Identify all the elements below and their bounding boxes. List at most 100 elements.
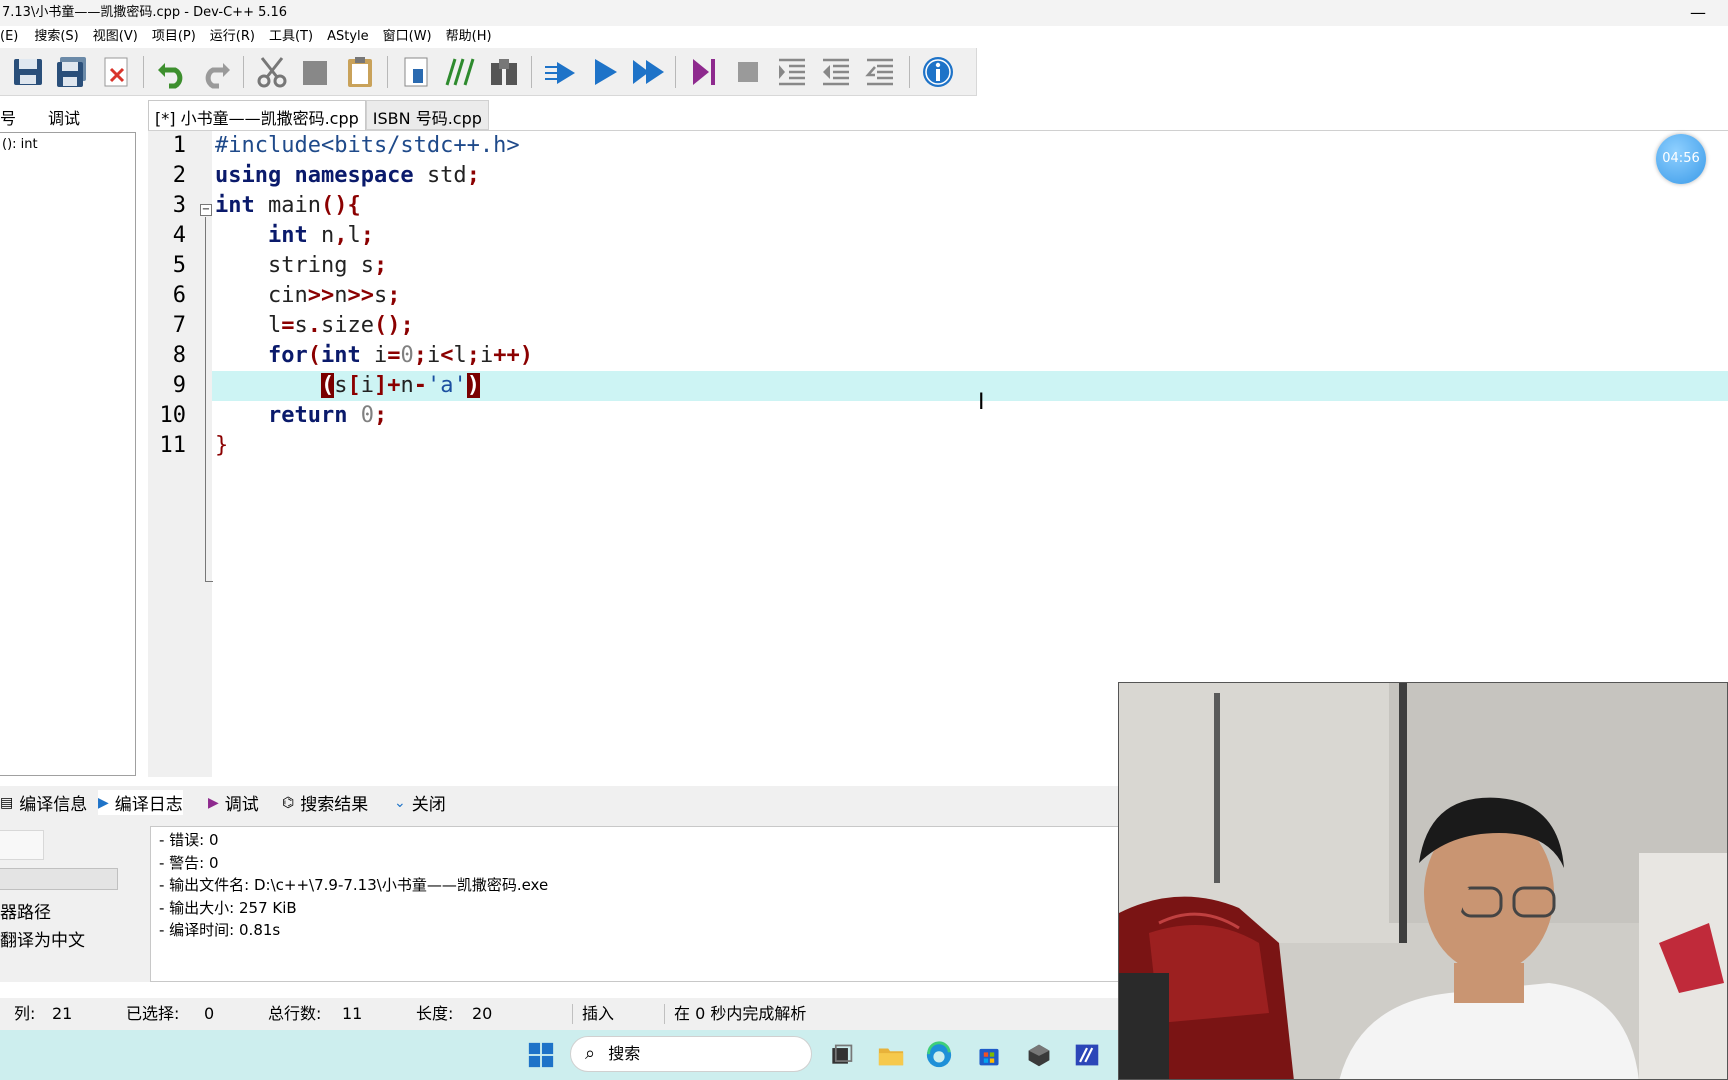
edge-browser-icon[interactable] [922, 1038, 956, 1072]
app-cube-icon[interactable] [1022, 1038, 1056, 1072]
code-text: #include<bits/stdc++.h> [215, 133, 520, 158]
toolbar [0, 48, 977, 96]
window-title: 7.13\小书童——凯撒密码.cpp - Dev-C++ 5.16 [2, 5, 288, 20]
store-icon[interactable] [972, 1038, 1006, 1072]
recording-timer: 04:56 [1656, 134, 1706, 184]
compile-run-icon[interactable] [628, 53, 668, 91]
code-text: using namespace std; [215, 163, 480, 188]
save-all-icon[interactable] [8, 53, 48, 91]
tab-caesar-cipher[interactable]: [*] 小书童——凯撒密码.cpp [148, 100, 366, 130]
code-line: 4 int n,l; [148, 221, 1728, 251]
compile-icon[interactable] [540, 53, 580, 91]
unindent-icon[interactable] [816, 53, 856, 91]
search-icon: ⌕ [585, 1043, 596, 1064]
undo-icon[interactable] [152, 53, 192, 91]
status-lines-label: 总行数: [268, 1004, 322, 1023]
log-warnings: - 警告: 0 [159, 853, 219, 872]
code-line: 5 string s; [148, 251, 1728, 281]
cut-icon[interactable] [252, 53, 292, 91]
tab-search-results[interactable]: ⌬ 搜索结果 [282, 790, 368, 816]
current-line-number: 9 [172, 373, 186, 398]
tab-compiler[interactable]: ▤ 编译信息 [0, 790, 87, 816]
indent-icon[interactable] [772, 53, 812, 91]
info-icon[interactable] [918, 53, 958, 91]
status-parse-info: 在 0 秒内完成解析 [674, 1004, 807, 1023]
status-bar: 列: 21 已选择: 0 总行数: 11 长度: 20 插入 在 0 秒内完成解… [0, 998, 1120, 1030]
compiler-icon: ▤ [0, 794, 14, 811]
menu-window[interactable]: 窗口(W) [383, 26, 432, 48]
save-icon[interactable] [52, 53, 92, 91]
menu-tools[interactable]: 工具(T) [269, 26, 313, 48]
run-icon[interactable] [584, 53, 624, 91]
windows-start-icon[interactable] [524, 1038, 558, 1072]
redo-icon[interactable] [196, 53, 236, 91]
menu-edit[interactable]: (E) [0, 26, 18, 48]
line-number: 4 [172, 223, 186, 248]
find-icon[interactable] [484, 53, 524, 91]
status-insert-mode: 插入 [582, 1004, 615, 1023]
devcpp-app-icon[interactable] [1070, 1038, 1104, 1072]
translate-label[interactable]: 翻译为中文 [0, 926, 85, 951]
new-file-icon[interactable] [396, 53, 436, 91]
taskbar-search-input[interactable]: ⌕ 搜索 [570, 1036, 812, 1072]
menu-search[interactable]: 搜索(S) [34, 26, 78, 48]
copy-icon[interactable] [296, 53, 336, 91]
menu-view[interactable]: 视图(V) [93, 26, 138, 48]
compiler-path-label[interactable]: 器路径 [0, 898, 51, 923]
class-browser: (): int [0, 132, 136, 776]
code-line: 11 } [148, 431, 1728, 461]
tab-compile-log[interactable]: ▶ 编译日志 [98, 790, 183, 815]
tab-symbols[interactable]: 号 [0, 105, 16, 129]
compile-log: - 错误: 0 - 警告: 0 - 输出文件名: D:\c++\7.9-7.13… [150, 826, 1120, 982]
tab-debug-output[interactable]: ▶ 调试 [208, 790, 259, 816]
code-text: return 0; [267, 403, 388, 428]
menu-astyle[interactable]: AStyle [327, 26, 369, 48]
code-line: 7 l=s.size(); [148, 311, 1728, 341]
compile-log-icon: ▶ [98, 794, 109, 811]
bottom-panel-tabs: ▤ 编译信息 ▶ 编译日志 ▶ 调试 ⌬ 搜索结果 ⌄ 关闭 [0, 786, 1120, 816]
minimize-button[interactable]: — [1690, 0, 1706, 26]
code-text: l=s.size(); [267, 313, 414, 338]
code-text: (s[i]+n-'a') [320, 373, 480, 398]
close-file-icon[interactable] [96, 53, 136, 91]
stop-icon[interactable] [728, 53, 768, 91]
code-text: cin>>n>>s; [267, 283, 401, 308]
status-col-label: 列: [14, 1004, 36, 1023]
menu-run[interactable]: 运行(R) [210, 26, 255, 48]
status-col-value: 21 [52, 1004, 73, 1023]
line-number: 7 [172, 313, 186, 338]
status-selected-value: 0 [204, 1004, 215, 1023]
code-editor[interactable]: − 1 #include<bits/stdc++.h> 2 using name… [148, 130, 1728, 777]
line-number: 1 [172, 133, 186, 158]
menu-bar: (E) 搜索(S) 视图(V) 项目(P) 运行(R) 工具(T) AStyle… [0, 26, 1728, 48]
menu-project[interactable]: 项目(P) [152, 26, 196, 48]
task-view-icon[interactable] [824, 1038, 858, 1072]
code-text: } [215, 433, 229, 458]
toggle-comment-icon[interactable] [860, 53, 900, 91]
debug-icon[interactable] [684, 53, 724, 91]
binoculars-icon: ⌬ [282, 794, 295, 811]
line-number: 6 [172, 283, 186, 308]
status-length-label: 长度: [416, 1004, 454, 1023]
code-text: int main(){ [215, 193, 361, 218]
code-line: 10 return 0; [148, 401, 1728, 431]
menu-help[interactable]: 帮助(H) [446, 26, 492, 48]
status-lines-value: 11 [342, 1004, 363, 1023]
compiler-input[interactable] [0, 830, 44, 860]
paste-icon[interactable] [340, 53, 380, 91]
status-length-value: 20 [472, 1004, 493, 1023]
log-output-file: - 输出文件名: D:\c++\7.9-7.13\小书童——凯撒密码.exe [159, 876, 549, 894]
file-explorer-icon[interactable] [874, 1038, 908, 1072]
tab-close[interactable]: ⌄ 关闭 [394, 790, 446, 816]
progress-bar [0, 868, 118, 890]
tab-debug[interactable]: 调试 [48, 105, 80, 129]
comment-icon[interactable] [440, 53, 480, 91]
code-line: 2 using namespace std; [148, 161, 1728, 191]
current-code-line: (s[i]+n-'a') [212, 371, 1728, 401]
tab-isbn[interactable]: ISBN 号码.cpp [365, 100, 489, 130]
code-line: 8 for(int i=0;i<l;i++) [148, 341, 1728, 371]
code-line: 3 int main(){ [148, 191, 1728, 221]
code-text: int n,l; [267, 223, 374, 248]
debug-tab-icon: ▶ [208, 794, 219, 811]
class-browser-item[interactable]: (): int [2, 137, 133, 152]
